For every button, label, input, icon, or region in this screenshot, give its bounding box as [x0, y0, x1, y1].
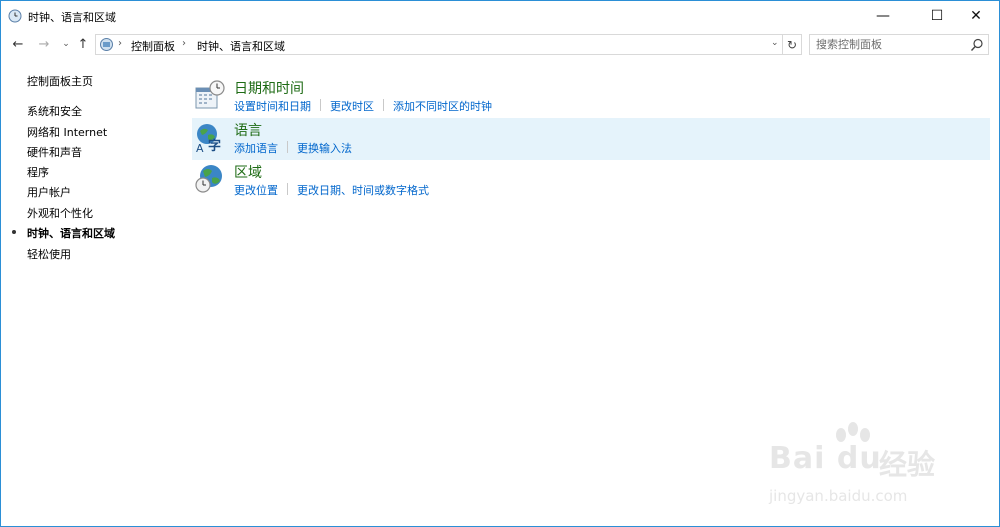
close-icon: ✕	[970, 8, 982, 24]
breadcrumb-clock-language-region[interactable]: 时钟、语言和区域	[197, 38, 285, 54]
sidebar-item-appearance[interactable]: 外观和个性化	[27, 205, 93, 221]
address-dropdown-icon[interactable]: ⌄	[771, 38, 779, 48]
watermark-brand: Bai du	[769, 441, 882, 476]
breadcrumb-separator: ›	[182, 38, 186, 49]
link-change-location[interactable]: 更改位置	[234, 182, 278, 198]
sidebar-item-hardware-sound[interactable]: 硬件和声音	[27, 144, 82, 160]
sidebar-item-system-security[interactable]: 系统和安全	[27, 103, 82, 119]
link-set-time-date[interactable]: 设置时间和日期	[234, 98, 311, 114]
baidu-jingyan-watermark: Bai du 经验 jingyan.baidu.com	[761, 421, 961, 511]
control-panel-icon	[100, 38, 113, 51]
link-divider	[287, 183, 288, 195]
category-date-time: 日期和时间 设置时间和日期 更改时区 添加不同时区的时钟	[192, 76, 990, 118]
title-bar[interactable]: 时钟、语言和区域 — ☐ ✕	[1, 1, 999, 31]
sidebar-item-user-accounts[interactable]: 用户帐户	[27, 184, 71, 200]
category-language: 字 A 语言 添加语言 更换输入法	[192, 118, 990, 160]
back-arrow-icon: ←	[12, 36, 24, 52]
sidebar-home-link[interactable]: 控制面板主页	[27, 73, 93, 89]
refresh-icon: ↻	[786, 37, 798, 52]
link-add-clocks[interactable]: 添加不同时区的时钟	[393, 98, 492, 114]
forward-arrow-icon: →	[38, 36, 50, 52]
back-button[interactable]: ←	[9, 35, 27, 53]
link-change-formats[interactable]: 更改日期、时间或数字格式	[297, 182, 429, 198]
watermark-cn: 经验	[879, 448, 936, 481]
link-divider	[287, 141, 288, 153]
minimize-button[interactable]: —	[860, 1, 906, 31]
sidebar-item-ease-of-access[interactable]: 轻松使用	[27, 246, 71, 262]
link-change-time-zone[interactable]: 更改时区	[330, 98, 374, 114]
breadcrumb-control-panel[interactable]: 控制面板	[131, 38, 175, 54]
minimize-icon: —	[876, 8, 890, 24]
watermark-url: jingyan.baidu.com	[769, 487, 908, 505]
chevron-down-icon: ⌄	[62, 39, 70, 49]
up-button[interactable]: ↑	[74, 35, 92, 53]
up-arrow-icon: ↑	[77, 36, 89, 52]
search-box[interactable]	[809, 34, 989, 55]
link-change-input-method[interactable]: 更换输入法	[297, 140, 352, 156]
calendar-clock-icon	[195, 80, 225, 109]
link-divider	[320, 99, 321, 111]
region-globe-clock-icon	[195, 165, 222, 193]
category-title-date-time[interactable]: 日期和时间	[234, 78, 304, 98]
current-item-bullet	[12, 230, 16, 234]
language-globe-icon: 字 A	[196, 124, 221, 153]
address-bar[interactable]: › 控制面板 › 时钟、语言和区域 ⌄	[95, 34, 783, 55]
svg-text:字: 字	[208, 138, 221, 153]
category-region: 区域 更改位置 更改日期、时间或数字格式	[192, 160, 990, 202]
category-links: 设置时间和日期 更改时区 添加不同时区的时钟	[234, 98, 492, 114]
maximize-icon: ☐	[930, 8, 944, 24]
link-add-language[interactable]: 添加语言	[234, 140, 278, 156]
sidebar-item-programs[interactable]: 程序	[27, 164, 49, 180]
category-title-region[interactable]: 区域	[234, 162, 262, 182]
clock-globe-icon	[8, 9, 22, 23]
link-divider	[383, 99, 384, 111]
recent-locations-button[interactable]: ⌄	[57, 35, 75, 53]
breadcrumb-separator: ›	[118, 38, 122, 49]
category-title-language[interactable]: 语言	[234, 120, 262, 140]
window-title: 时钟、语言和区域	[28, 11, 116, 24]
category-links: 更改位置 更改日期、时间或数字格式	[234, 182, 429, 198]
category-links: 添加语言 更换输入法	[234, 140, 352, 156]
svg-text:A: A	[196, 142, 204, 153]
sidebar: 控制面板主页 系统和安全 网络和 Internet 硬件和声音 程序 用户帐户 …	[1, 59, 186, 527]
forward-button[interactable]: →	[35, 35, 53, 53]
close-button[interactable]: ✕	[953, 1, 999, 31]
search-icon[interactable]	[970, 38, 984, 52]
search-input[interactable]	[816, 37, 966, 52]
refresh-button[interactable]: ↻	[783, 34, 802, 55]
sidebar-item-network-internet[interactable]: 网络和 Internet	[27, 124, 107, 140]
sidebar-item-clock-language-region[interactable]: 时钟、语言和区域	[27, 225, 115, 241]
control-panel-window: 时钟、语言和区域 — ☐ ✕ ← → ⌄ ↑ › 控制面板 › 时钟、语言和区域…	[0, 0, 1000, 527]
navigation-bar: ← → ⌄ ↑ › 控制面板 › 时钟、语言和区域 ⌄ ↻	[1, 31, 999, 59]
